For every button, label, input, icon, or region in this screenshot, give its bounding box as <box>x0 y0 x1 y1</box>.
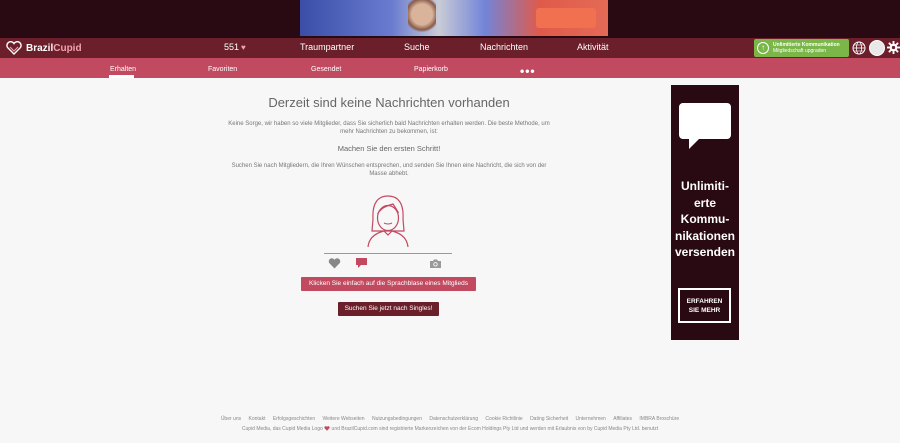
arrow-up-icon: ↑ <box>757 42 769 54</box>
heart-icon <box>328 258 341 269</box>
speech-bubble-hint-button[interactable]: Klicken Sie einfach auf die Sprachblase … <box>301 277 476 291</box>
avatar[interactable] <box>869 40 885 56</box>
footer-link-cookies[interactable]: Cookie Richtlinie <box>485 416 522 422</box>
footer-link-success-stories[interactable]: Erfolgsgeschichten <box>273 416 315 422</box>
user-plus-icon: ♥ <box>241 43 246 52</box>
interest-count: 551 <box>224 42 240 52</box>
brand-name: BrazilCupid <box>26 42 82 54</box>
gear-icon[interactable] <box>887 41 900 54</box>
empty-state-description: Keine Sorge, wir haben so viele Mitglied… <box>228 121 550 135</box>
side-upgrade-ad[interactable]: Unlimiti- erte Kommu- nikationen versend… <box>671 85 739 340</box>
small-heart-logo-icon <box>324 426 330 431</box>
empty-state-hint: Suchen Sie nach Mitgliedern, die Ihren W… <box>231 163 547 177</box>
nav-aktivitaet[interactable]: Aktivität <box>577 42 609 52</box>
speech-bubble-icon <box>356 258 367 268</box>
footer-link-affiliates[interactable]: Affiliates <box>613 416 632 422</box>
nav-traumpartner[interactable]: Traumpartner <box>300 42 354 52</box>
woman-profile-illustration <box>367 195 409 247</box>
tab-papierkorb[interactable]: Papierkorb <box>414 66 448 73</box>
chat-bubble-icon <box>679 103 731 149</box>
more-tabs-button[interactable]: ••• <box>520 64 536 78</box>
globe-icon[interactable] <box>852 41 866 55</box>
footer-link-company[interactable]: Unternehmen <box>576 416 606 422</box>
nav-interest-count[interactable]: 551 ♥ <box>224 42 246 52</box>
tab-erhalten[interactable]: Erhalten <box>110 66 136 73</box>
search-singles-button[interactable]: Suchen Sie jetzt nach Singles! <box>338 302 439 316</box>
illustration-divider <box>324 253 452 254</box>
nav-nachrichten[interactable]: Nachrichten <box>480 42 528 52</box>
brand-logo[interactable]: BrazilCupid <box>6 40 82 56</box>
banner-ad[interactable] <box>300 0 608 36</box>
nav-suche[interactable]: Suche <box>404 42 430 52</box>
footer-link-privacy[interactable]: Datenschutzerklärung <box>429 416 478 422</box>
footer-link-about[interactable]: Über uns <box>221 416 241 422</box>
banner-ad-button[interactable] <box>536 8 596 28</box>
side-ad-headline: Unlimiti- erte Kommu- nikationen versend… <box>674 179 736 259</box>
upgrade-button[interactable]: ↑ Unlimitierte Kommunikation Mitgliedsch… <box>754 39 849 57</box>
camera-icon <box>430 259 441 268</box>
empty-state-step: Machen Sie den ersten Schritt! <box>337 144 441 153</box>
footer-link-contact[interactable]: Kontakt <box>249 416 266 422</box>
footer-link-imbra[interactable]: IMBRA Broschüre <box>639 416 679 422</box>
footer-link-terms[interactable]: Nutzungsbedingungen <box>372 416 422 422</box>
active-tab-indicator <box>109 75 134 78</box>
upgrade-subtitle: Mitgliedschaft upgraden <box>773 48 827 54</box>
heart-logo-icon <box>6 41 22 55</box>
footer-copyright: Cupid Media, das Cupid Media Logo und Br… <box>241 426 659 432</box>
empty-state-title: Derzeit sind keine Nachrichten vorhanden <box>268 95 510 110</box>
banner-ad-photo <box>408 0 436 36</box>
footer-links: Über uns Kontakt Erfolgsgeschichten Weit… <box>0 416 900 422</box>
footer-link-dating-safety[interactable]: Dating Sicherheit <box>530 416 568 422</box>
footer-link-more-sites[interactable]: Weitere Webseiten <box>323 416 365 422</box>
messages-subnav: Erhalten Favoriten Gesendet Papierkorb <box>0 58 900 78</box>
tab-gesendet[interactable]: Gesendet <box>311 66 341 73</box>
tab-favoriten[interactable]: Favoriten <box>208 66 237 73</box>
learn-more-button[interactable]: ERFAHREN SIE MEHR <box>678 288 731 323</box>
